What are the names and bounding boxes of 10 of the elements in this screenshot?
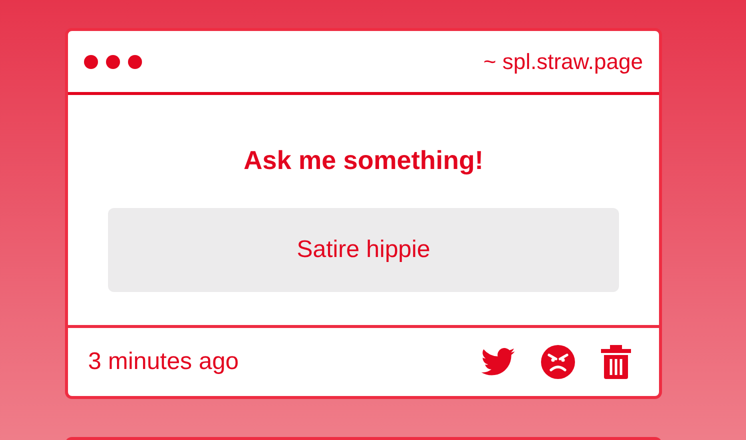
page-address: ~ spl.straw.page [483, 48, 643, 76]
answer-text: Satire hippie [108, 208, 619, 292]
trash-icon[interactable] [601, 345, 631, 379]
window-dot [84, 54, 98, 68]
angry-face-icon[interactable] [541, 345, 575, 379]
bird-icon[interactable] [481, 348, 515, 376]
question-heading: Ask me something! [242, 144, 484, 177]
timestamp: 3 minutes ago [88, 347, 239, 377]
window-dot [106, 54, 120, 68]
window-dot [128, 54, 142, 68]
